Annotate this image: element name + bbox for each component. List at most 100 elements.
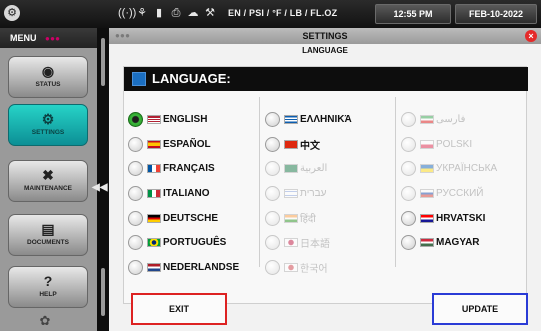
column-divider: [395, 97, 396, 267]
language-heading: LANGUAGE:: [124, 67, 528, 91]
radio-unselected-icon: [401, 111, 416, 127]
language-option-us[interactable]: ENGLISH: [128, 107, 258, 132]
close-icon[interactable]: ×: [525, 30, 537, 42]
sidebar-item-status[interactable]: ◉ STATUS: [8, 56, 88, 98]
flag-ir-icon: [420, 114, 434, 124]
language-label: 中文: [300, 140, 320, 152]
language-option-fr[interactable]: FRANÇAIS: [128, 156, 258, 181]
flag-gr-icon: [284, 114, 298, 124]
radio-unselected-icon[interactable]: [401, 210, 416, 226]
sidebar-divider[interactable]: [97, 28, 109, 331]
language-option-cn[interactable]: 中文: [265, 132, 395, 157]
language-option-kr: 한국어: [265, 255, 395, 280]
flag-it-icon: [147, 188, 161, 198]
language-option-gr[interactable]: ΕΛΛΗΝΙΚΆ: [265, 107, 395, 132]
language-option-ir: فارسی: [401, 107, 531, 132]
menu-dots-icon: ● ● ●: [45, 34, 60, 43]
drag-handle-icon[interactable]: [101, 268, 105, 316]
language-option-hr[interactable]: HRVATSKI: [401, 206, 531, 231]
flag-pl-icon: [420, 139, 434, 149]
flag-us-icon: [147, 114, 161, 124]
flag-nl-icon: [147, 262, 161, 272]
language-option-br[interactable]: PORTUGUÊS: [128, 230, 258, 255]
document-icon: ▤: [41, 221, 55, 237]
settings-gear-bottom-icon[interactable]: ✿: [38, 314, 52, 328]
sidebar-item-help[interactable]: ? HELP: [8, 266, 88, 308]
language-option-es[interactable]: ESPAÑOL: [128, 132, 258, 157]
radio-unselected-icon: [265, 161, 280, 177]
radio-selected-icon[interactable]: [128, 111, 143, 127]
radio-unselected-icon[interactable]: [128, 161, 143, 177]
language-label: FRANÇAIS: [163, 163, 215, 175]
sidebar-menu: MENU ● ● ● ◉ STATUS ⚙ SETTINGS ✖ MAINTEN…: [0, 28, 97, 331]
language-label: ESPAÑOL: [163, 138, 211, 150]
update-button[interactable]: UPDATE: [432, 293, 528, 325]
language-option-ua: УКРАЇНСЬКА: [401, 156, 531, 181]
radio-unselected-icon[interactable]: [128, 235, 143, 251]
wrench-status-icon: ⚒: [205, 7, 215, 19]
language-option-hu[interactable]: MAGYAR: [401, 230, 531, 255]
gauge-icon: ◉: [41, 63, 55, 79]
panel-title: SETTINGS: [302, 31, 348, 41]
network-icon: ⚘: [137, 7, 147, 19]
sidebar-item-documents[interactable]: ▤ DOCUMENTS: [8, 214, 88, 256]
menu-header: MENU ● ● ●: [0, 28, 97, 48]
status-bar: ⚙ ((·)) ⚘ ▮ ⎙ ☁ ⚒ EN / PSI / °F / LB / F…: [0, 0, 541, 28]
language-box: LANGUAGE: ENGLISH ESPAÑOL FRANÇAIS ITALIANO…: [123, 66, 528, 304]
print-icon: ⎙: [171, 7, 181, 19]
language-option-nl[interactable]: NEDERLANDSE: [128, 255, 258, 280]
language-column-1: ENGLISH ESPAÑOL FRANÇAIS ITALIANO DEUTSCHE PO…: [128, 107, 258, 280]
language-label: ENGLISH: [163, 113, 208, 125]
language-label: 한국어: [300, 263, 328, 275]
sidebar-item-settings[interactable]: ⚙ SETTINGS: [8, 104, 88, 146]
column-divider: [259, 97, 260, 267]
language-label: العربية: [300, 163, 328, 175]
tools-icon: ✖: [42, 167, 54, 183]
exit-button[interactable]: EXIT: [131, 293, 227, 325]
menu-title: MENU: [10, 33, 37, 43]
radio-unselected-icon: [265, 210, 280, 226]
gear-icon: ⚙: [41, 111, 55, 127]
collapse-sidebar-icon[interactable]: ◀◀: [92, 182, 107, 193]
language-label: עברית: [300, 187, 327, 199]
radio-unselected-icon: [401, 185, 416, 201]
language-option-ru: РУССКИЙ: [401, 181, 531, 206]
radio-unselected-icon[interactable]: [128, 185, 143, 201]
flag-hu-icon: [420, 238, 434, 248]
radio-unselected-icon[interactable]: [401, 235, 416, 251]
language-option-il: עברית: [265, 181, 395, 206]
language-label: HRVATSKI: [436, 212, 486, 224]
language-column-2: ΕΛΛΗΝΙΚΆ 中文 العربية עברית हिंदी 日本語 한국어: [265, 107, 395, 280]
radio-unselected-icon: [265, 235, 280, 251]
radio-unselected-icon[interactable]: [128, 210, 143, 226]
screen-settings-icon[interactable]: ⚙: [4, 5, 20, 21]
language-label: ΕΛΛΗΝΙΚΆ: [300, 113, 352, 125]
language-label: УКРАЇНСЬКА: [436, 163, 498, 175]
radio-unselected-icon[interactable]: [128, 259, 143, 275]
language-option-it[interactable]: ITALIANO: [128, 181, 258, 206]
flag-de-icon: [147, 213, 161, 223]
language-label: ITALIANO: [163, 187, 210, 199]
language-label: РУССКИЙ: [436, 187, 484, 199]
units-readout: EN / PSI / °F / LB / FL.OZ: [228, 8, 338, 18]
language-label: MAGYAR: [436, 237, 480, 249]
language-flag-icon: [132, 72, 146, 86]
language-label: NEDERLANDSE: [163, 261, 240, 273]
drag-handle-icon[interactable]: [101, 38, 105, 86]
radio-unselected-icon[interactable]: [265, 111, 280, 127]
language-option-de[interactable]: DEUTSCHE: [128, 206, 258, 231]
language-label: POLSKI: [436, 138, 473, 150]
clock-date: FEB-10-2022: [455, 4, 537, 24]
language-label: PORTUGUÊS: [163, 237, 227, 249]
language-option-in: हिंदी: [265, 206, 395, 231]
language-option-sa: العربية: [265, 156, 395, 181]
language-option-jp: 日本語: [265, 230, 395, 255]
help-icon: ?: [43, 273, 53, 289]
flag-sa-icon: [284, 164, 298, 174]
radio-unselected-icon[interactable]: [128, 136, 143, 152]
flag-br-icon: [147, 238, 161, 248]
flag-cn-icon: [284, 139, 298, 149]
sidebar-item-maintenance[interactable]: ✖ MAINTENANCE: [8, 160, 88, 202]
radio-unselected-icon[interactable]: [265, 136, 280, 152]
language-label: 日本語: [300, 239, 330, 251]
